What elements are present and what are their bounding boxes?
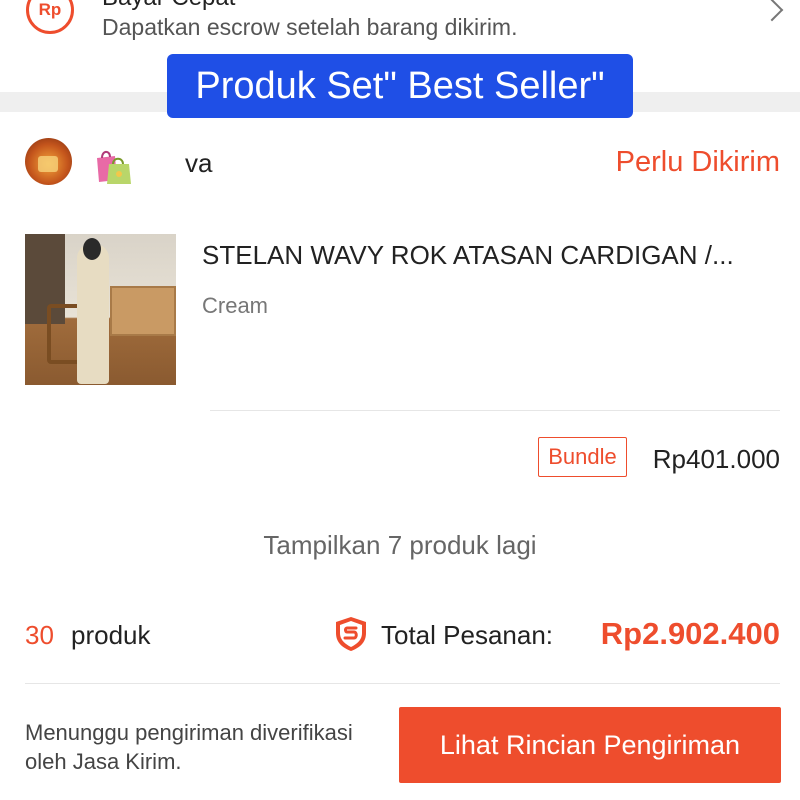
shop-name[interactable]: va: [185, 148, 212, 179]
view-shipping-details-button[interactable]: Lihat Rincian Pengiriman: [399, 707, 781, 783]
show-more-products-link[interactable]: Tampilkan 7 produk lagi: [0, 530, 800, 561]
product-count-label: produk: [71, 620, 151, 650]
order-status: Perlu Dikirim: [615, 146, 780, 178]
product-image[interactable]: [25, 234, 176, 385]
total-label: Total Pesanan:: [381, 620, 554, 650]
product-price: Rp401.000: [652, 444, 780, 474]
bundle-badge: Bundle: [538, 437, 627, 477]
rp-icon: Rp: [26, 0, 74, 34]
divider: [210, 410, 780, 411]
order-summary: 30 produk Total Pesanan: Rp2.902.400: [0, 600, 800, 670]
banner-subtitle: Dapatkan escrow setelah barang dikirim.: [102, 14, 518, 40]
total-value: Rp2.902.400: [600, 616, 780, 651]
overlay-caption: Produk Set" Best Seller": [167, 54, 633, 118]
shopping-bags-icon: [97, 150, 131, 184]
product-count: 30: [25, 620, 54, 650]
divider: [25, 683, 780, 684]
product-name[interactable]: STELAN WAVY ROK ATASAN CARDIGAN /...: [202, 240, 787, 271]
chevron-right-icon[interactable]: [760, 0, 784, 22]
banner-title: Bayar Cepat: [102, 0, 235, 10]
shop-header[interactable]: va Perlu Dikirim: [0, 112, 800, 212]
shield-icon: [336, 617, 366, 651]
shipping-note: Menunggu pengiriman diverifikasi oleh Ja…: [25, 720, 353, 774]
product-variant: Cream: [202, 293, 269, 318]
shop-avatar[interactable]: [25, 138, 72, 185]
